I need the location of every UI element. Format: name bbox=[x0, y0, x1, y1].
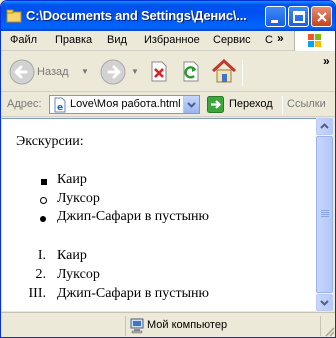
page-heading: Экскурсии: bbox=[16, 134, 84, 149]
scroll-up-button[interactable] bbox=[316, 118, 333, 135]
chevron-down-icon bbox=[187, 102, 196, 108]
windows-logo bbox=[294, 31, 335, 51]
menu-help-truncated[interactable]: С bbox=[265, 34, 273, 46]
vertical-scrollbar[interactable] bbox=[316, 118, 333, 311]
disc-bullet bbox=[40, 216, 46, 222]
forward-arrow-icon[interactable] bbox=[99, 58, 127, 86]
menu-more-chevron[interactable]: » bbox=[277, 31, 283, 45]
ordered-list-item: Джип-Сафари в пустыню bbox=[57, 286, 209, 301]
toolbar-more-chevron[interactable]: » bbox=[323, 54, 329, 68]
status-divider bbox=[320, 316, 321, 336]
ordered-list-item: Каир bbox=[57, 248, 87, 263]
my-computer-icon bbox=[130, 318, 144, 334]
go-arrow-icon[interactable] bbox=[207, 96, 224, 113]
security-zone-label: Мой компьютер bbox=[147, 319, 228, 331]
page-content: Экскурсии: Каир Луксор Джип-Сафари в пус… bbox=[2, 118, 316, 311]
address-input[interactable]: e Love\Моя работа.html bbox=[49, 95, 200, 114]
grip-line bbox=[321, 210, 329, 211]
title-bar[interactable]: C:\Documents and Settings\Денис\... bbox=[1, 1, 335, 31]
chevron-down-icon bbox=[320, 300, 329, 306]
toolbar-separator bbox=[242, 60, 243, 86]
folder-icon bbox=[6, 9, 22, 23]
square-bullet bbox=[41, 179, 47, 185]
back-dropdown-icon[interactable]: ▼ bbox=[81, 67, 89, 76]
circle-bullet bbox=[40, 197, 47, 204]
grip-line bbox=[321, 212, 329, 213]
home-icon[interactable] bbox=[210, 58, 238, 84]
minimize-icon bbox=[271, 20, 278, 23]
menu-favorites[interactable]: Избранное bbox=[144, 34, 200, 46]
browser-window: C:\Documents and Settings\Денис\... Файл… bbox=[0, 0, 336, 338]
menu-file[interactable]: Файл bbox=[10, 34, 37, 46]
maximize-button[interactable] bbox=[288, 6, 309, 27]
forward-dropdown-icon[interactable]: ▼ bbox=[131, 67, 139, 76]
menu-edit[interactable]: Правка bbox=[55, 34, 92, 46]
window-title: C:\Documents and Settings\Денис\... bbox=[26, 8, 247, 23]
maximize-icon bbox=[293, 11, 305, 23]
ordered-list-marker: III. bbox=[28, 286, 47, 301]
back-label[interactable]: Назад bbox=[37, 66, 69, 78]
address-label: Адрес: bbox=[7, 98, 42, 110]
scroll-down-button[interactable] bbox=[316, 294, 333, 311]
stop-icon[interactable] bbox=[148, 61, 170, 83]
svg-text:e: e bbox=[57, 103, 63, 113]
go-button-label[interactable]: Переход bbox=[229, 98, 273, 110]
address-bar: Адрес: e Love\Моя работа.html Переход Сс… bbox=[1, 93, 335, 117]
status-divider bbox=[125, 316, 126, 336]
address-dropdown-button[interactable] bbox=[183, 96, 199, 113]
scroll-thumb[interactable] bbox=[316, 136, 333, 293]
minimize-button[interactable] bbox=[265, 6, 286, 27]
unordered-list-item: Джип-Сафари в пустыню bbox=[57, 209, 209, 224]
menu-view[interactable]: Вид bbox=[107, 34, 127, 46]
links-label[interactable]: Ссылки bbox=[287, 98, 326, 110]
ordered-list-marker: I. bbox=[37, 248, 46, 263]
ie-page-icon: e bbox=[54, 97, 66, 113]
ordered-list-marker: 2. bbox=[35, 267, 47, 282]
address-value[interactable]: Love\Моя работа.html bbox=[70, 98, 182, 110]
status-bar: Мой компьютер bbox=[1, 312, 335, 337]
windows-flag-icon bbox=[308, 34, 321, 47]
address-separator bbox=[282, 96, 283, 114]
close-button[interactable] bbox=[311, 6, 332, 27]
close-icon bbox=[317, 12, 327, 22]
menu-tools[interactable]: Сервис bbox=[213, 34, 251, 46]
chevron-up-icon bbox=[320, 123, 329, 129]
unordered-list-item: Луксор bbox=[57, 191, 100, 206]
resize-grip-icon[interactable] bbox=[323, 325, 335, 337]
ordered-list-item: Луксор bbox=[57, 267, 100, 282]
grip-line bbox=[321, 214, 329, 215]
toolbar: Назад ▼ ▼ » bbox=[1, 52, 335, 92]
back-arrow-icon[interactable] bbox=[8, 58, 36, 86]
refresh-icon[interactable] bbox=[180, 61, 202, 83]
menu-bar: Файл Правка Вид Избранное Сервис С » bbox=[1, 31, 335, 51]
grip-line bbox=[321, 216, 329, 217]
unordered-list-item: Каир bbox=[57, 172, 87, 187]
